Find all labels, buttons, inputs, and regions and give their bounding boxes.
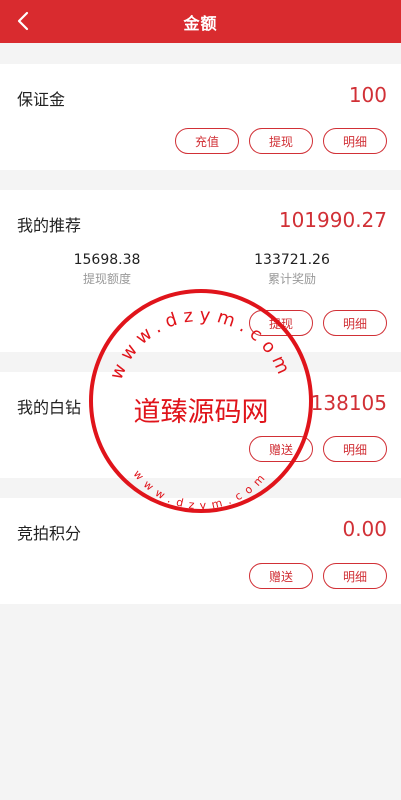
- auction-points-amount: 0.00: [342, 517, 387, 541]
- deposit-amount: 100: [348, 83, 387, 107]
- auction-points-card: 竞拍积分 0.00 赠送 明细: [0, 498, 401, 604]
- top-bar: 金额: [0, 0, 401, 43]
- referral-amount: 101990.27: [278, 208, 387, 232]
- diamond-gift-button[interactable]: 赠送: [249, 436, 313, 462]
- diamond-label: 我的白钻: [17, 398, 82, 417]
- deposit-card: 保证金 100 充值 提现 明细: [0, 64, 401, 170]
- diamond-amount: 138105: [310, 391, 387, 415]
- referral-details-button[interactable]: 明细: [323, 310, 387, 336]
- recharge-button[interactable]: 充值: [175, 128, 239, 154]
- auction-points-label: 竞拍积分: [17, 524, 82, 543]
- auction-details-button[interactable]: 明细: [323, 563, 387, 589]
- details-button[interactable]: 明细: [323, 128, 387, 154]
- referral-label: 我的推荐: [17, 216, 82, 235]
- auction-gift-button[interactable]: 赠送: [249, 563, 313, 589]
- withdraw-limit-value: 15698.38: [73, 252, 141, 268]
- back-button[interactable]: [8, 6, 38, 36]
- diamond-details-button[interactable]: 明细: [323, 436, 387, 462]
- total-reward-label: 累计奖励: [267, 272, 316, 286]
- referral-card: 我的推荐 101990.27 15698.38 提现额度 133721.26 累…: [0, 190, 401, 352]
- withdraw-button[interactable]: 提现: [249, 128, 313, 154]
- referral-withdraw-button[interactable]: 提现: [249, 310, 313, 336]
- total-reward-stat: 133721.26 累计奖励: [232, 252, 352, 287]
- deposit-label: 保证金: [17, 90, 66, 109]
- diamond-card: 我的白钻 138105 赠送 明细: [0, 372, 401, 478]
- chevron-left-icon: [17, 11, 29, 31]
- withdraw-limit-label: 提现额度: [82, 272, 131, 286]
- page-title: 金额: [183, 13, 218, 33]
- total-reward-value: 133721.26: [254, 252, 330, 268]
- withdraw-limit-stat: 15698.38 提现额度: [47, 252, 167, 287]
